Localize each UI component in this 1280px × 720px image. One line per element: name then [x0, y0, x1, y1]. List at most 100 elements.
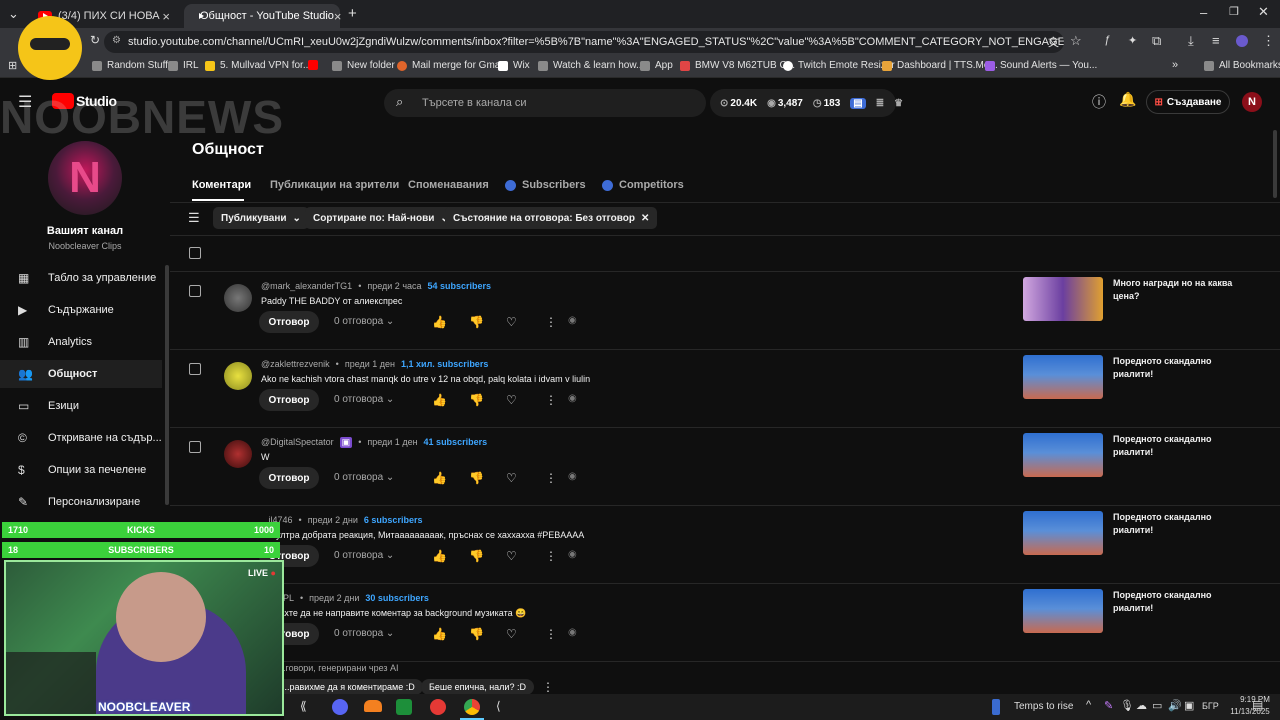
more-bookmarks-icon[interactable]: » — [1172, 59, 1178, 71]
account-avatar[interactable]: N — [1242, 92, 1262, 112]
bookmark-dashboard-tts[interactable]: Dashboard | TTS.Mo... — [882, 60, 998, 71]
profile-avatar[interactable] — [1236, 35, 1248, 47]
comment-checkbox[interactable] — [189, 441, 201, 453]
clock-date[interactable]: 11/13/2025 — [1220, 707, 1280, 716]
tab-comments[interactable]: Коментари — [192, 179, 251, 191]
dislike-icon[interactable]: 👎 — [469, 315, 484, 329]
filter-icon[interactable]: ☰ — [188, 210, 200, 226]
notification-center-icon[interactable]: ▤ — [1252, 698, 1263, 712]
display-icon[interactable]: ▣ — [1184, 699, 1194, 712]
video-thumbnail[interactable] — [1023, 355, 1103, 399]
cloudflare-icon[interactable] — [364, 700, 382, 712]
translate-icon[interactable]: 文 — [1048, 34, 1059, 50]
download-icon[interactable]: ⤓ — [1188, 33, 1194, 49]
help-icon[interactable]: ⓘ — [1092, 92, 1106, 112]
weather-icon[interactable] — [992, 699, 1000, 715]
ai-suggestion-chip[interactable]: ...равихме да я коментираме :D — [274, 679, 423, 695]
restore-icon[interactable]: ❐ — [1229, 5, 1239, 18]
more-options-icon[interactable]: ⋮ — [545, 315, 557, 329]
filter-sort-chip[interactable]: Сортиране по: Най-нови⌄ — [305, 207, 457, 229]
heart-icon[interactable]: ♡ — [506, 471, 517, 485]
network-icon[interactable]: ▭ — [1152, 699, 1162, 712]
all-bookmarks[interactable]: All Bookmarks — [1204, 60, 1280, 71]
comment-author[interactable]: @DigitalSpectator — [261, 437, 334, 448]
heart-icon[interactable]: ♡ — [506, 393, 517, 407]
channel-avatar[interactable]: N — [48, 141, 122, 215]
volume-icon[interactable]: 🔊 — [1168, 699, 1182, 712]
sidebar-item-content-detection[interactable]: © Откриване на съдър... — [0, 424, 162, 452]
select-all-checkbox[interactable] — [189, 247, 201, 259]
dislike-icon[interactable]: 👎 — [469, 549, 484, 563]
comment-author[interactable]: @mark_alexanderTG1 — [261, 281, 352, 291]
close-icon[interactable]: ✕ — [641, 213, 649, 224]
dislike-icon[interactable]: 👎 — [469, 471, 484, 485]
browser-tab-2[interactable]: Общност - YouTube Studio × — [184, 4, 341, 28]
bookmark-watch-learn[interactable]: Watch & learn how... — [538, 60, 644, 71]
video-title[interactable]: Поредното скандално риалити! — [1113, 589, 1233, 615]
extension-icon[interactable]: ✦ — [1128, 34, 1137, 47]
video-title[interactable]: Много награди но на каква цена? — [1113, 277, 1233, 303]
extension-reply-icon[interactable]: ◉ — [568, 471, 577, 482]
tab-mentions[interactable]: Споменавания — [408, 179, 489, 191]
reading-list-icon[interactable]: ≡ — [1212, 33, 1220, 48]
ai-suggestion-chip[interactable]: Беше епична, нали? :D — [421, 679, 534, 695]
more-options-icon[interactable]: ⋮ — [545, 471, 557, 485]
avatar[interactable] — [224, 440, 252, 468]
close-tab-icon[interactable]: × — [162, 9, 170, 24]
heart-icon[interactable]: ♡ — [506, 627, 517, 641]
filter-published-chip[interactable]: Публикувани ⌄ — [213, 207, 309, 229]
like-icon[interactable]: 👍 — [432, 393, 447, 407]
site-info-icon[interactable]: ⚙ — [112, 35, 121, 46]
extension-reply-icon[interactable]: ◉ — [568, 627, 577, 638]
chevron-up-icon[interactable]: ^ — [1086, 699, 1091, 711]
bookmark-youtube[interactable] — [308, 60, 323, 70]
bookmark-star-icon[interactable]: ☆ — [1070, 33, 1082, 49]
video-thumbnail[interactable] — [1023, 433, 1103, 477]
more-options-icon[interactable]: ⋮ — [545, 627, 557, 641]
replies-count[interactable]: 0 отговора ⌄ — [334, 550, 394, 561]
notifications-bell-icon[interactable]: 🔔 — [1119, 91, 1136, 108]
tab-competitors[interactable]: Competitors — [602, 179, 684, 191]
channel-stats[interactable]: ⊙ 20.4K ◉ 3,487 ◷ 183 ▤ ≣ ♛ — [710, 89, 903, 117]
tray-pen-icon[interactable]: ✎ — [1104, 699, 1113, 712]
taskbar-app-icon[interactable]: ⟨ — [496, 699, 501, 713]
tab-search-icon[interactable]: ⌄ — [8, 6, 19, 22]
bookmark-mullvad[interactable]: 5. Mullvad VPN for... — [205, 60, 311, 71]
replies-count[interactable]: 0 отговора ⌄ — [334, 628, 394, 639]
sidebar-item-dashboard[interactable]: ▦ Табло за управление — [0, 264, 162, 292]
video-thumbnail[interactable] — [1023, 511, 1103, 555]
extension-f-icon[interactable]: ƒ — [1104, 34, 1110, 46]
sidebar-item-earn[interactable]: $ Опции за печелене — [0, 456, 162, 484]
create-button[interactable]: ⊞ Създаване — [1146, 90, 1230, 114]
bookmark-mail-merge[interactable]: Mail merge for Gma... — [397, 60, 509, 71]
replies-count[interactable]: 0 отговора ⌄ — [334, 316, 394, 327]
bookmark-irl[interactable]: IRL — [168, 60, 199, 71]
more-options-icon[interactable]: ⋮ — [542, 680, 554, 694]
video-title[interactable]: Поредното скандално риалити! — [1113, 511, 1233, 537]
weather-text[interactable]: Temps to rise — [1014, 701, 1073, 712]
url-field[interactable]: ⚙ studio.youtube.com/channel/UCmRI_xeuU0… — [104, 31, 1064, 53]
more-options-icon[interactable]: ⋮ — [545, 549, 557, 563]
replies-count[interactable]: 0 отговора ⌄ — [334, 394, 394, 405]
comment-checkbox[interactable] — [189, 363, 201, 375]
heart-icon[interactable]: ♡ — [506, 549, 517, 563]
excel-icon[interactable] — [396, 699, 412, 715]
video-title[interactable]: Поредното скандално риалити! — [1113, 433, 1233, 459]
avatar[interactable] — [224, 284, 252, 312]
reply-button[interactable]: Отговор — [259, 467, 319, 489]
microphone-icon[interactable]: 🎙 — [1120, 699, 1134, 712]
video-thumbnail[interactable] — [1023, 277, 1103, 321]
new-tab-icon[interactable]: + — [348, 5, 357, 22]
minimize-icon[interactable]: – — [1200, 5, 1207, 20]
like-icon[interactable]: 👍 — [432, 471, 447, 485]
sidebar-item-analytics[interactable]: ▥ Analytics — [0, 328, 162, 356]
like-icon[interactable]: 👍 — [432, 315, 447, 329]
bookmark-twitch-emote[interactable]: Twitch Emote Resizer — [783, 60, 895, 71]
obs-icon[interactable] — [430, 699, 446, 715]
video-title[interactable]: Поредното скандално риалити! — [1113, 355, 1233, 381]
video-thumbnail[interactable] — [1023, 589, 1103, 633]
dislike-icon[interactable]: 👎 — [469, 627, 484, 641]
main-scrollbar[interactable] — [1273, 130, 1277, 198]
channel-search-input[interactable]: ⌕ Търсете в канала си — [384, 89, 706, 117]
close-window-icon[interactable]: ✕ — [1258, 4, 1269, 20]
